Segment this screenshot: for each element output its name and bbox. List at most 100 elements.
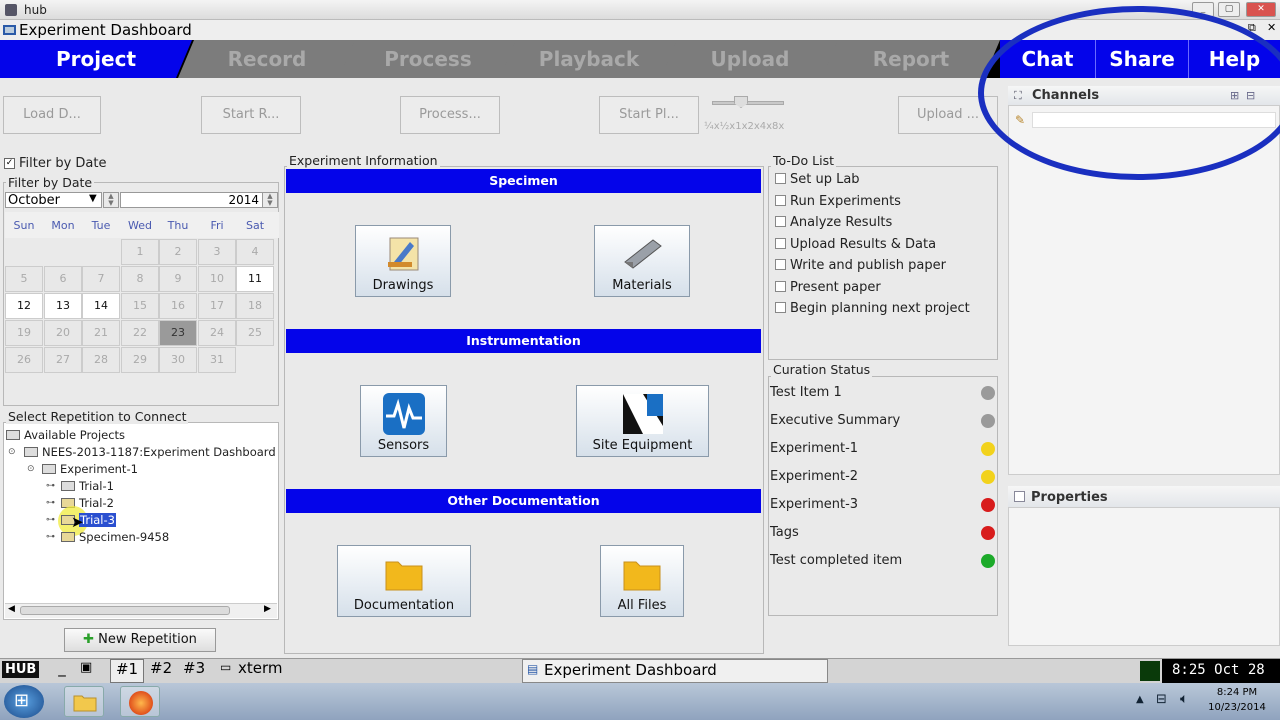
calendar-day[interactable]: 14 [82,293,120,319]
calendar-day[interactable]: 16 [159,293,197,319]
calendar-day[interactable]: 21 [82,320,120,346]
todo-checkbox[interactable] [775,302,786,313]
tree-project[interactable]: NEES-2013-1187:Experiment Dashboard [24,445,276,459]
todo-item[interactable]: Present paper [775,280,881,295]
calendar-day[interactable]: 26 [5,347,43,373]
calendar-day[interactable]: 18 [236,293,274,319]
year-field[interactable]: 2014 [120,192,263,208]
playback-speed-slider[interactable] [712,101,784,105]
curation-item[interactable]: Tags [770,525,995,540]
todo-checkbox[interactable] [775,238,786,249]
todo-item[interactable]: Write and publish paper [775,258,946,273]
tab-record[interactable]: Record [178,40,356,78]
calendar-day[interactable]: 29 [121,347,159,373]
todo-checkbox[interactable] [775,216,786,227]
calendar-day-selected[interactable]: 23 [159,320,197,346]
start-button[interactable]: ⊞ [4,685,44,718]
calendar-day[interactable]: 10 [198,266,236,292]
calendar-day[interactable]: 4 [236,239,274,265]
tab-upload[interactable]: Upload [661,40,839,78]
calendar-day[interactable]: 13 [44,293,82,319]
materials-button[interactable]: Materials [594,225,690,297]
network-icon[interactable]: ⊟ [1156,692,1167,707]
hub-logo[interactable]: HUB [2,661,40,678]
curation-item[interactable]: Experiment-1 [770,441,995,456]
process-button[interactable]: Process... [400,96,500,134]
slider-thumb[interactable] [734,96,748,108]
todo-item[interactable]: Begin planning next project [775,301,970,316]
filter-checkbox[interactable]: ✓ [4,158,15,169]
calendar-day[interactable]: 1 [121,239,159,265]
calendar-day[interactable]: 5 [5,266,43,292]
tree-trial-selected[interactable]: Trial-3 [61,513,116,527]
todo-item[interactable]: Set up Lab [775,172,860,187]
sensors-button[interactable]: Sensors [360,385,447,457]
todo-checkbox[interactable] [775,259,786,270]
tree-specimen[interactable]: Specimen-9458 [61,530,169,544]
tree-toggle-icon[interactable]: ⊶ [46,532,55,542]
curation-item[interactable]: Test Item 1 [770,385,995,400]
workspace-3[interactable]: #3 [183,659,205,677]
todo-item[interactable]: Run Experiments [775,194,901,209]
chevron-down-icon[interactable]: ▼ [89,193,97,204]
tree-toggle-icon[interactable]: ⊶ [46,515,55,525]
calendar-day[interactable]: 25 [236,320,274,346]
year-spinner[interactable]: ▲ ▼ [262,192,278,208]
month-spinner[interactable]: ▲ ▼ [103,192,119,208]
calendar-day[interactable]: 9 [159,266,197,292]
app-close-icon[interactable]: ✕ [1267,21,1276,34]
calendar-day[interactable]: 20 [44,320,82,346]
curation-item[interactable]: Executive Summary [770,413,995,428]
tree-toggle-icon[interactable]: ⊶ [46,481,55,491]
calendar-day[interactable]: 15 [121,293,159,319]
tree-trial[interactable]: Trial-1 [61,479,114,493]
curation-item[interactable]: Test completed item [770,553,995,568]
todo-item[interactable]: Upload Results & Data [775,237,936,252]
start-record-button[interactable]: Start R... [201,96,301,134]
tab-playback[interactable]: Playback [500,40,678,78]
explorer-taskbar-button[interactable] [64,686,104,717]
firefox-taskbar-button[interactable] [120,686,160,717]
workspace-2[interactable]: #2 [150,659,172,677]
documentation-button[interactable]: Documentation [337,545,471,617]
calendar-day[interactable]: 6 [44,266,82,292]
load-data-button[interactable]: Load D... [3,96,101,134]
tree-root[interactable]: Available Projects [6,428,125,442]
tab-process[interactable]: Process [339,40,517,78]
start-playback-button[interactable]: Start Pl... [599,96,699,134]
calendar-day[interactable]: 30 [159,347,197,373]
scroll-left-icon[interactable]: ◀ [8,604,15,614]
calendar-day[interactable]: 31 [198,347,236,373]
drawings-button[interactable]: Drawings [355,225,451,297]
tree-toggle-icon[interactable]: ⊙ [27,464,35,474]
scrollbar-thumb[interactable] [20,606,230,615]
tree-toggle-icon[interactable]: ⊶ [46,498,55,508]
calendar-day[interactable]: 8 [121,266,159,292]
workspace-1[interactable]: #1 [110,659,144,683]
tray-expand-icon[interactable]: ▲ [1136,694,1144,705]
xterm-task[interactable]: xterm [238,659,283,677]
calendar-day[interactable]: 27 [44,347,82,373]
todo-checkbox[interactable] [775,281,786,292]
month-select[interactable]: October [5,192,102,208]
calendar-day[interactable]: 2 [159,239,197,265]
scroll-right-icon[interactable]: ▶ [264,604,271,614]
active-task[interactable]: ▤ Experiment Dashboard [522,659,828,683]
new-repetition-button[interactable]: ✚ New Repetition [64,628,216,652]
minimize-all-icon[interactable]: _ [52,659,72,677]
calendar-day[interactable]: 12 [5,293,43,319]
todo-item[interactable]: Analyze Results [775,215,892,230]
tab-report[interactable]: Report [822,40,1000,78]
calendar-day[interactable]: 3 [198,239,236,265]
site-equipment-button[interactable]: Site Equipment [576,385,709,457]
all-files-button[interactable]: All Files [600,545,684,617]
calendar-day[interactable]: 11 [236,266,274,292]
close-button[interactable]: ✕ [1246,2,1276,17]
maximize-button[interactable]: ▢ [1218,2,1240,17]
calendar-day[interactable]: 19 [5,320,43,346]
calendar-day[interactable]: 24 [198,320,236,346]
todo-checkbox[interactable] [775,173,786,184]
tab-project[interactable]: Project [0,40,192,78]
curation-item[interactable]: Experiment-3 [770,497,995,512]
speaker-icon[interactable]: 🔈︎ [1180,691,1188,707]
